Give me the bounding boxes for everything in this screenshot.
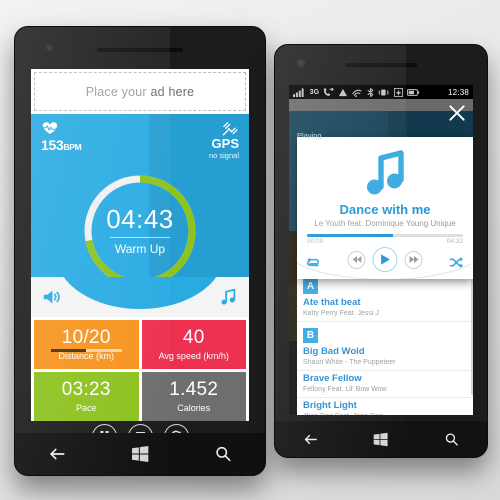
playlist-track-row[interactable]: Ate that beat Katty Perry Feat. Jessi J <box>297 295 473 322</box>
back-arrow-icon[interactable] <box>47 444 67 464</box>
left-phone-device: Place your ad here 153BPM GPS no signal … <box>14 26 266 476</box>
front-camera-icon <box>297 59 305 67</box>
stat-tile[interactable]: 03:23 Pace <box>34 372 139 421</box>
track-title: Ate that beat <box>303 297 361 308</box>
wifi-icon <box>352 89 362 97</box>
left-phone-bezel <box>15 27 265 69</box>
bluetooth-icon <box>367 87 374 97</box>
seek-times: 00:00 04:32 <box>307 238 463 245</box>
album-art <box>297 137 473 203</box>
vibrate-icon <box>378 88 389 96</box>
right-phone-navbar <box>275 421 487 457</box>
right-phone-device: 3G 12:38 Playing... A Ate that beat Katt… <box>274 44 488 458</box>
gps-label: GPS <box>211 136 239 151</box>
timer-divider <box>110 237 170 238</box>
stat-label: Pace <box>75 403 97 413</box>
bpm-unit: BPM <box>63 142 82 152</box>
back-arrow-icon[interactable] <box>302 431 319 448</box>
seek-bar[interactable] <box>307 234 463 238</box>
earpiece-speaker <box>345 63 417 67</box>
track-artist: Fellony Feat. Lil' Bow Wow <box>303 385 387 393</box>
roaming-icon <box>339 88 348 96</box>
hero-arc-shape <box>56 277 224 309</box>
stat-tile[interactable]: 1.452 Calories <box>141 372 246 421</box>
stat-value: 10/20 <box>61 327 111 348</box>
stat-value: 03:23 <box>61 379 111 400</box>
music-note-icon[interactable] <box>217 286 239 308</box>
gps-status: no signal <box>208 150 239 160</box>
heart-rate-readout: 153BPM <box>41 121 82 153</box>
stat-value: 40 <box>182 327 205 348</box>
stat-label: Calories <box>177 403 211 413</box>
stat-label: Avg speed (km/h) <box>158 351 229 361</box>
signal-bars-icon <box>293 87 304 97</box>
gps-satellite-icon <box>222 122 238 136</box>
gps-readout: GPS no signal <box>209 121 239 160</box>
playlist-group-header: B <box>297 321 473 344</box>
now-playing-label: Playing... <box>297 131 328 140</box>
bpm-value: 153 <box>41 137 64 153</box>
heart-rate-icon <box>42 122 58 134</box>
status-bar-clock: 12:38 <box>447 87 469 97</box>
playlist-track-row[interactable]: Big Bad Wold Shaun White - The Puppeteer <box>297 344 473 371</box>
track-title: Dance with me <box>339 202 431 217</box>
music-player-card: Dance with me Le Youth feat. Dominique Y… <box>297 137 473 280</box>
track-artist: Jhon Doe Feat. Jane Doe <box>303 413 467 415</box>
next-track-icon <box>409 256 418 264</box>
front-camera-icon <box>45 43 54 52</box>
left-phone-screen: Place your ad here 153BPM GPS no signal … <box>31 69 249 421</box>
card-bottom-curve <box>297 263 473 280</box>
stat-tile[interactable]: 10/20 Distance (km) <box>34 320 139 369</box>
right-phone-screen: 3G 12:38 Playing... A Ate that beat Katt… <box>289 85 473 415</box>
ad-banner[interactable]: Place your ad here <box>34 72 246 111</box>
media-control-band <box>31 277 249 317</box>
stat-label: Distance (km) <box>58 351 114 361</box>
windows-logo-icon[interactable] <box>372 431 389 448</box>
playlist-panel[interactable]: A Ate that beat Katty Perry Feat. Jessi JB… <box>297 273 473 415</box>
stats-tile-grid: 10/20 Distance (km) 40 Avg speed (km/h) 03:2… <box>31 317 249 421</box>
playlist-scrollbar[interactable] <box>471 273 473 395</box>
search-icon[interactable] <box>443 431 460 448</box>
music-note-icon <box>367 150 404 195</box>
battery-icon <box>406 88 419 96</box>
speaker-volume-icon[interactable] <box>41 286 63 308</box>
track-artist: Katty Perry Feat. Jessi J <box>303 309 379 317</box>
elapsed-time: 00:00 <box>307 238 324 246</box>
earpiece-speaker <box>97 48 183 52</box>
workout-timer-dial: 04:43 Warm Up <box>79 170 201 292</box>
group-letter: B <box>303 327 318 343</box>
group-letter: A <box>303 279 318 294</box>
duration-time: 04:32 <box>446 238 463 246</box>
previous-track-icon <box>352 256 361 264</box>
network-type-label: 3G <box>309 88 320 96</box>
playlist-track-row[interactable]: Brave Fellow Fellony Feat. Lil' Bow Wow <box>297 371 473 398</box>
track-title: Bright Light <box>303 399 357 411</box>
workout-hero-panel: 153BPM GPS no signal 04:43 Warm Up <box>31 114 249 317</box>
stat-progress-bar <box>50 349 122 352</box>
left-phone-navbar <box>15 433 265 475</box>
track-artist: Shaun White - The Puppeteer <box>303 358 396 366</box>
seek-bar-wrapper[interactable]: 00:00 04:32 <box>307 234 463 245</box>
windows-logo-icon[interactable] <box>130 444 150 464</box>
call-forward-icon <box>324 87 335 96</box>
close-icon[interactable] <box>447 103 467 123</box>
ad-banner-text: Place your ad here <box>85 84 195 99</box>
track-title: Big Bad Wold <box>303 345 365 357</box>
track-title: Brave Fellow <box>303 372 362 384</box>
status-bar: 3G 12:38 <box>289 85 473 99</box>
airplane-mode-icon <box>393 87 403 97</box>
stat-value: 1.452 <box>169 379 219 400</box>
playlist-track-row[interactable]: Bright Light Jhon Doe Feat. Jane Doe <box>297 398 473 415</box>
timer-phase: Warm Up <box>114 242 166 256</box>
hero-stats-row: 153BPM GPS no signal <box>31 114 249 176</box>
stat-tile[interactable]: 40 Avg speed (km/h) <box>141 320 246 369</box>
timer-value: 04:43 <box>106 204 174 234</box>
track-artist: Le Youth feat. Dominique Young Unique <box>314 219 456 229</box>
search-icon[interactable] <box>213 444 233 464</box>
timer-readout: 04:43 Warm Up <box>79 170 201 292</box>
